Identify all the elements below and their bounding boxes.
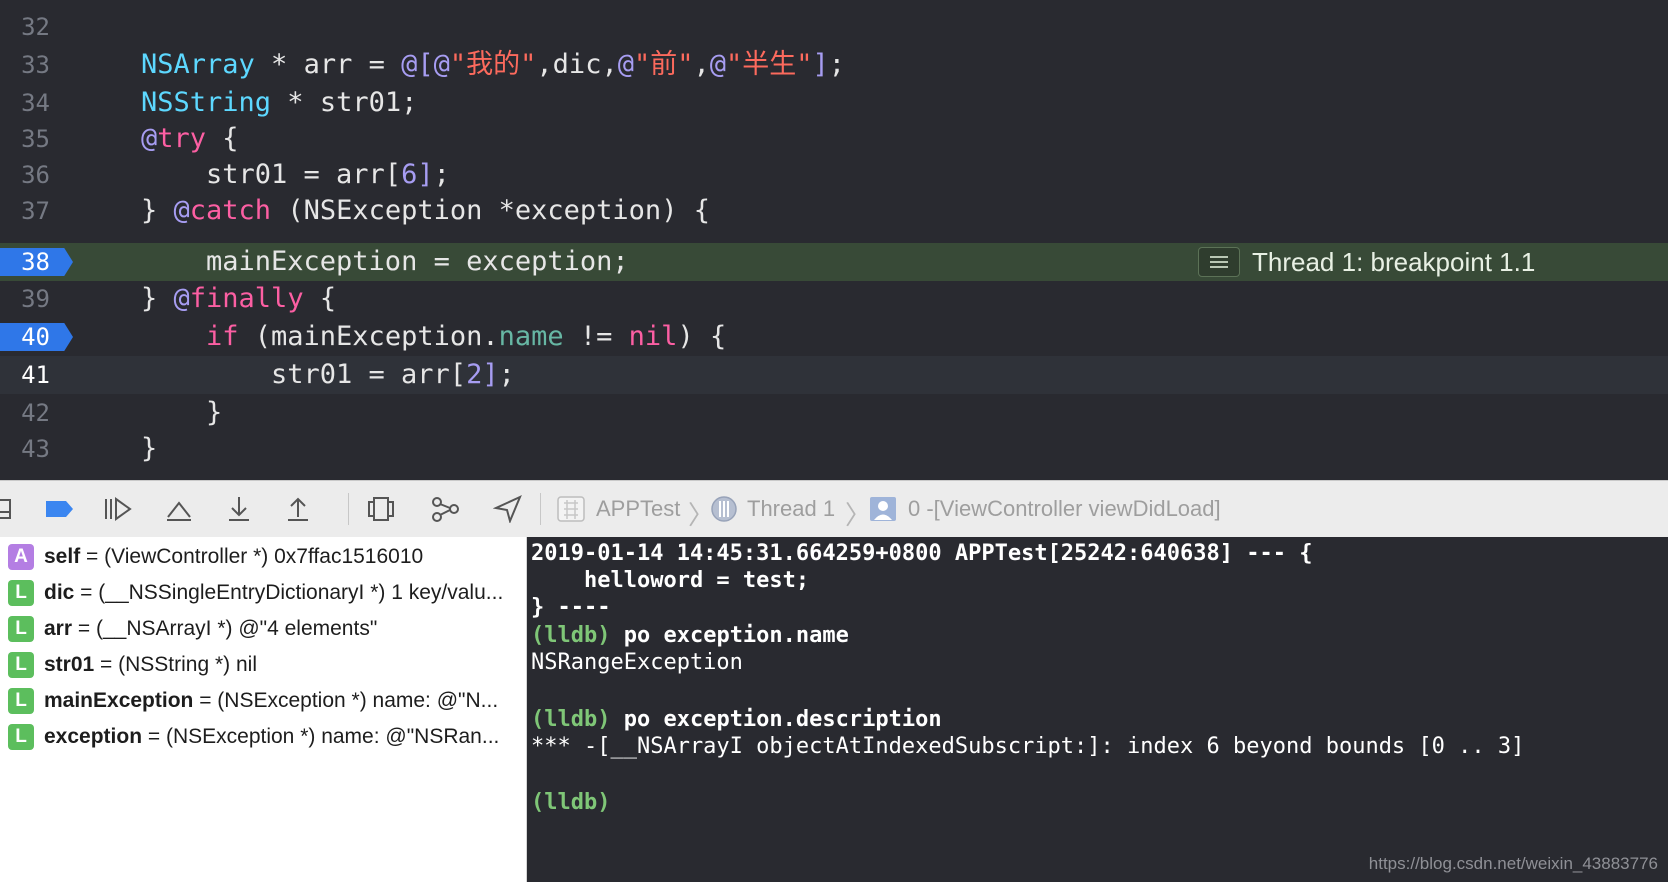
line-number[interactable]: 39: [0, 280, 50, 318]
local-badge-icon: L: [8, 688, 34, 714]
lldb-prompt: (lldb): [531, 707, 611, 732]
code-text[interactable]: NSArray * arr = @[@"我的",dic,@"前",@"半生"];: [141, 46, 845, 84]
line-number[interactable]: 36: [0, 156, 50, 194]
debug-bar: APPTest 〉 Thread 1 〉 0 -[ViewController …: [0, 480, 1668, 538]
code-text[interactable]: } @catch (NSException *exception) {: [141, 192, 710, 230]
local-badge-icon: L: [8, 616, 34, 642]
console-input-line[interactable]: (lldb): [531, 789, 610, 817]
line-number[interactable]: 38: [0, 243, 50, 281]
code-line-43[interactable]: 43 }: [0, 430, 1668, 468]
variable-name: exception: [44, 725, 143, 748]
line-number[interactable]: 37: [0, 192, 50, 230]
code-line-34[interactable]: 34 NSString * str01;: [0, 84, 1668, 122]
line-number[interactable]: 40: [0, 318, 50, 356]
code-line-37[interactable]: 37 } @catch (NSException *exception) {: [0, 192, 1668, 230]
step-out-icon[interactable]: [283, 495, 313, 523]
line-number[interactable]: 34: [0, 84, 50, 122]
hide-debug-area-icon[interactable]: [0, 495, 20, 523]
code-line-41[interactable]: 41 str01 = arr[2];: [0, 356, 1668, 394]
step-into-icon[interactable]: [224, 495, 254, 523]
variable-row[interactable]: L mainException = (NSException *) name: …: [0, 683, 526, 719]
variable-value: = (NSException *) name: @"NSRan...: [142, 725, 500, 748]
code-line-36[interactable]: 36 str01 = arr[6];: [0, 156, 1668, 194]
console-command-text: po exception.name: [610, 623, 849, 648]
variable-name: dic: [44, 581, 75, 604]
breakpoint-annotation-text: Thread 1: breakpoint 1.1: [1252, 246, 1536, 277]
lldb-prompt: (lldb): [531, 790, 611, 815]
watermark: https://blog.csdn.net/weixin_43883776: [1368, 854, 1658, 873]
code-editor[interactable]: 32 33 NSArray * arr = @[@"我的",dic,@"前",@…: [0, 0, 1668, 480]
breakpoint-annotation[interactable]: Thread 1: breakpoint 1.1: [1198, 243, 1668, 281]
variable-row[interactable]: L arr = (__NSArrayI *) @"4 elements": [0, 611, 526, 647]
argument-badge-icon: A: [8, 544, 34, 570]
breadcrumb-app[interactable]: APPTest: [596, 481, 680, 537]
breakpoint-toggle-icon[interactable]: [44, 495, 74, 523]
menu-lines-icon[interactable]: [1198, 247, 1240, 277]
code-text[interactable]: str01 = arr[6];: [206, 156, 450, 194]
variable-value: = (ViewController *) 0x7ffac1516010: [80, 545, 424, 568]
line-number[interactable]: 33: [0, 46, 50, 84]
local-badge-icon: L: [8, 580, 34, 606]
variable-value: = (NSString *) nil: [94, 653, 258, 676]
console-command-text: po exception.description: [610, 707, 942, 732]
memory-graph-icon[interactable]: [430, 495, 460, 523]
code-text[interactable]: str01 = arr[2];: [271, 356, 515, 394]
stack-frame-user-icon[interactable]: [868, 495, 898, 523]
code-line-39[interactable]: 39 } @finally {: [0, 280, 1668, 318]
location-arrow-icon[interactable]: [493, 495, 523, 523]
code-line-35[interactable]: 35 @try {: [0, 120, 1668, 158]
variable-row[interactable]: A self = (ViewController *) 0x7ffac15160…: [0, 539, 526, 575]
code-line-40[interactable]: 40 if (mainException.name != nil) {: [0, 318, 1668, 356]
code-line-32[interactable]: 32: [0, 8, 1668, 46]
code-text[interactable]: }: [206, 394, 222, 432]
code-text[interactable]: if (mainException.name != nil) {: [206, 318, 726, 356]
line-number[interactable]: 32: [0, 8, 50, 46]
code-text[interactable]: mainException = exception;: [206, 243, 629, 281]
line-number[interactable]: 35: [0, 120, 50, 158]
variable-value: = (NSException *) name: @"N...: [193, 689, 499, 712]
console-output: helloword = test;: [531, 568, 810, 593]
console-command: (lldb) po exception.name: [531, 622, 849, 650]
code-text[interactable]: @try {: [141, 120, 239, 158]
console-output: 2019-01-14 14:45:31.664259+0800 APPTest[…: [531, 541, 1313, 566]
code-text[interactable]: NSString * str01;: [141, 84, 417, 122]
line-number[interactable]: 41: [0, 356, 50, 394]
line-number[interactable]: 42: [0, 394, 50, 432]
console-output: *** -[__NSArrayI objectAtIndexedSubscrip…: [531, 734, 1525, 759]
continue-icon[interactable]: [103, 495, 133, 523]
code-text[interactable]: } @finally {: [141, 280, 336, 318]
variable-value: = (__NSArrayI *) @"4 elements": [72, 617, 378, 640]
thread-icon[interactable]: [709, 495, 739, 523]
code-line-42[interactable]: 42 }: [0, 394, 1668, 432]
breadcrumb-frame[interactable]: 0 -[ViewController viewDidLoad]: [908, 481, 1221, 537]
breadcrumb-thread[interactable]: Thread 1: [747, 481, 835, 537]
variable-value: = (__NSSingleEntryDictionaryI *) 1 key/v…: [74, 581, 504, 604]
local-badge-icon: L: [8, 724, 34, 750]
variable-name: str01: [44, 653, 95, 676]
variable-name: arr: [44, 617, 73, 640]
local-badge-icon: L: [8, 652, 34, 678]
console-output: } ----: [531, 595, 611, 620]
variable-name: mainException: [44, 689, 194, 712]
variable-row[interactable]: L str01 = (NSString *) nil: [0, 647, 526, 683]
variable-name: self: [44, 545, 81, 568]
variable-row[interactable]: L exception = (NSException *) name: @"NS…: [0, 719, 526, 755]
line-number[interactable]: 43: [0, 430, 50, 468]
variable-row[interactable]: L dic = (__NSSingleEntryDictionaryI *) 1…: [0, 575, 526, 611]
console-output: NSRangeException: [531, 650, 743, 675]
code-line-33[interactable]: 33 NSArray * arr = @[@"我的",dic,@"前",@"半生…: [0, 46, 1668, 84]
debug-console[interactable]: 2019-01-14 14:45:31.664259+0800 APPTest[…: [527, 537, 1668, 882]
variables-view[interactable]: A self = (ViewController *) 0x7ffac15160…: [0, 537, 527, 882]
lldb-prompt: (lldb): [531, 623, 611, 648]
step-over-icon[interactable]: [164, 495, 194, 523]
app-icon[interactable]: [556, 495, 586, 523]
view-hierarchy-icon[interactable]: [366, 495, 396, 523]
console-command: (lldb) po exception.description: [531, 706, 942, 734]
code-text[interactable]: }: [141, 430, 157, 468]
